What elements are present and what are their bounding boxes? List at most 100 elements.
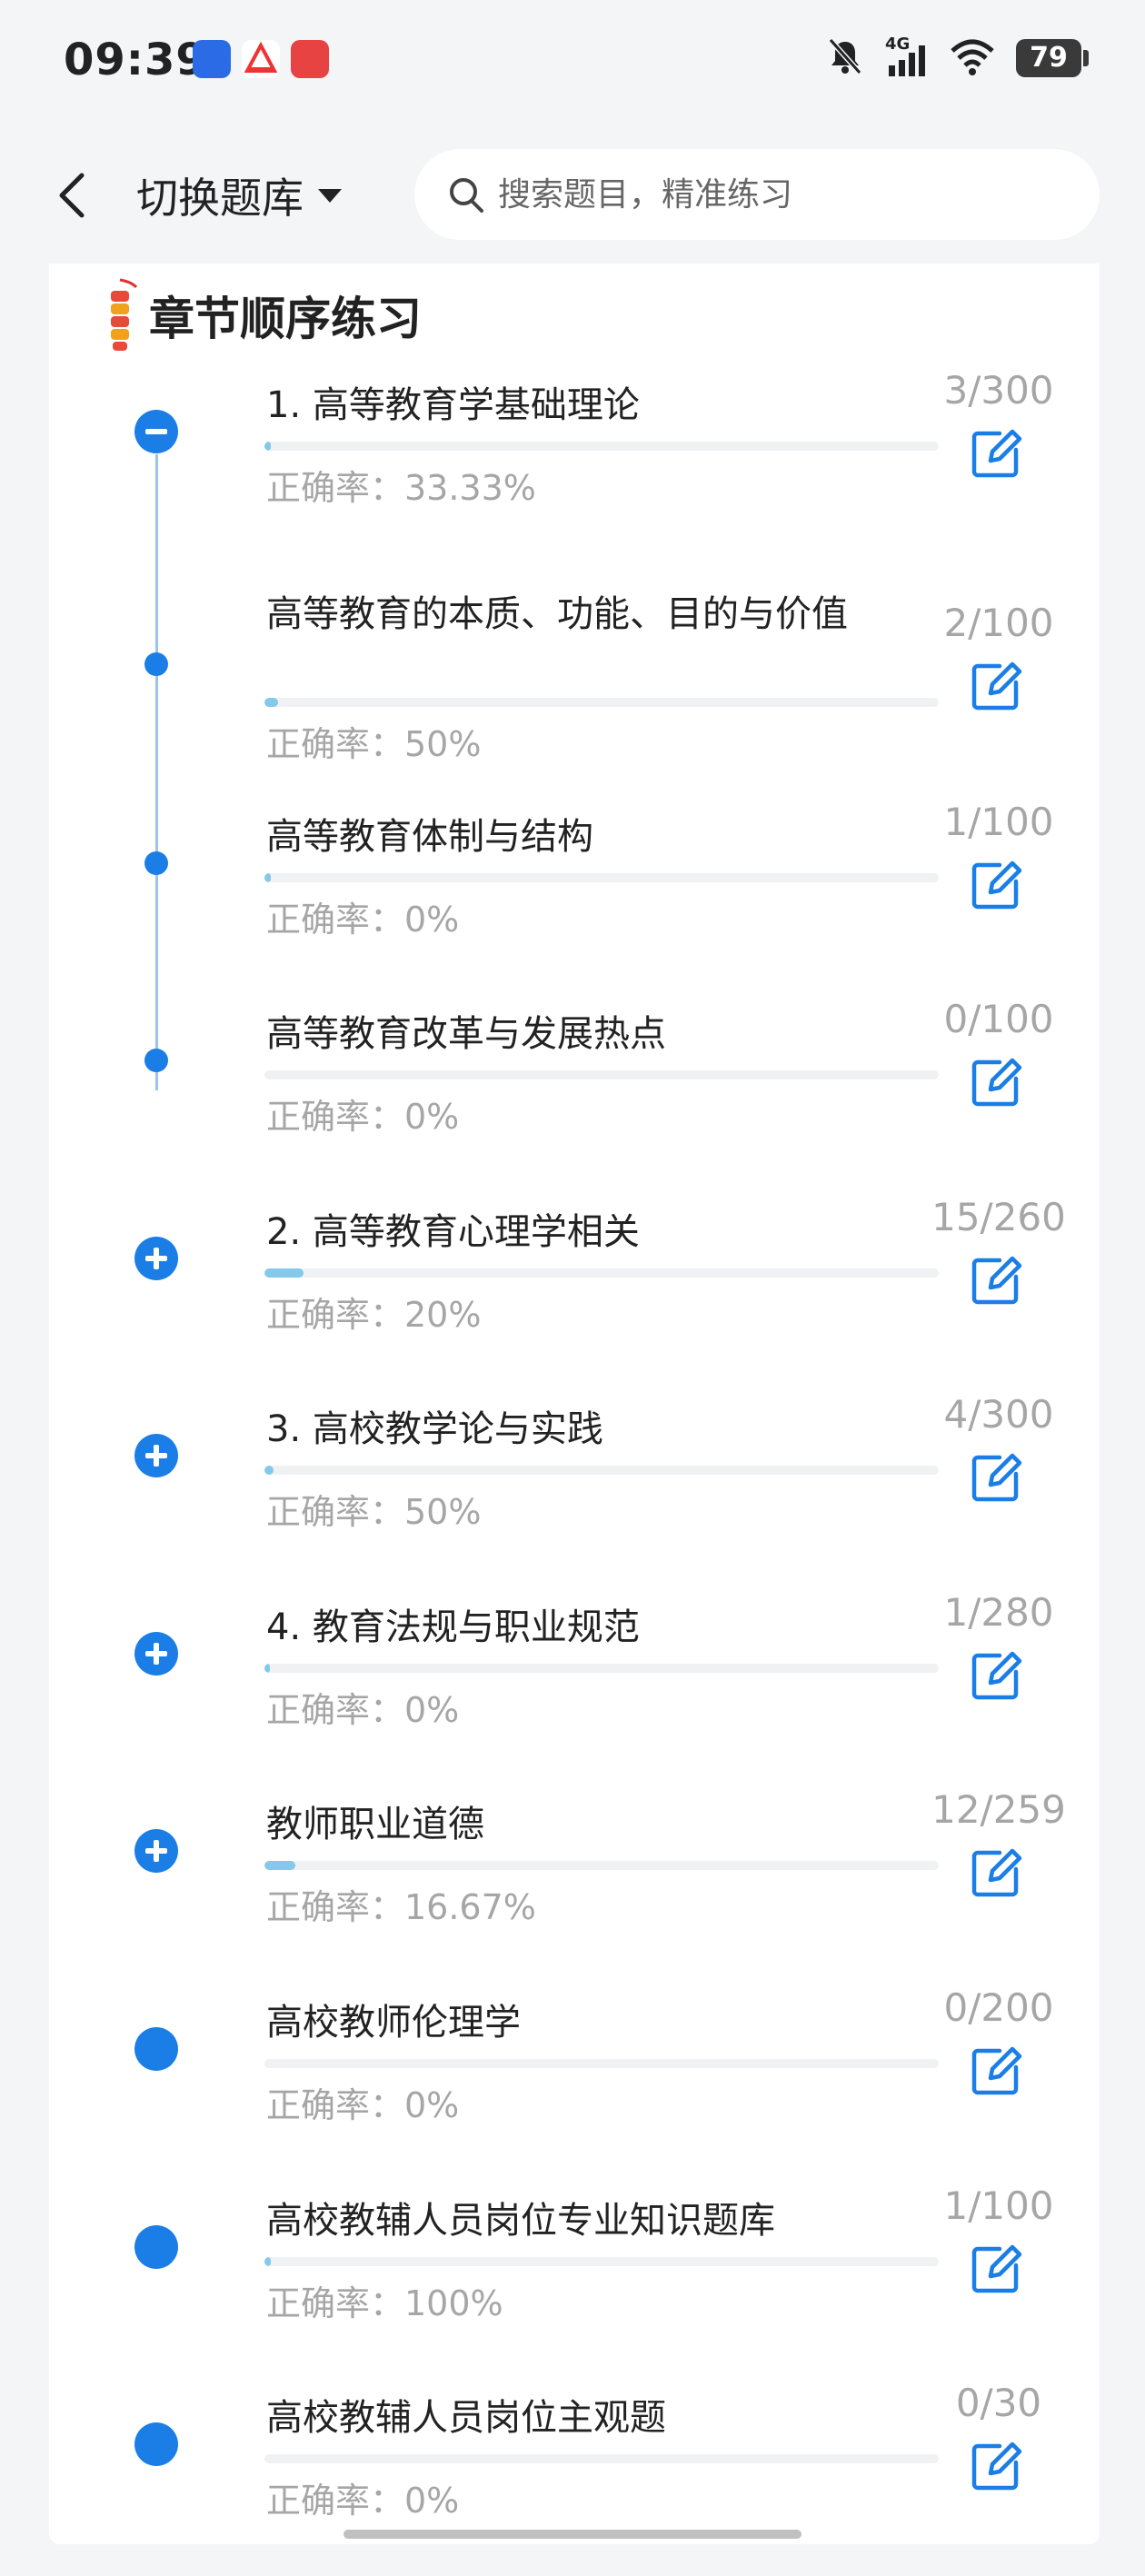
- timeline-dot: [134, 1038, 179, 1087]
- practice-edit-icon[interactable]: [969, 1845, 1029, 1905]
- search-bar[interactable]: [414, 149, 1100, 240]
- chapter-title: 高校教辅人员岗位主观题: [266, 2397, 666, 2439]
- search-input[interactable]: [496, 174, 1045, 214]
- chapter-title: 高校教师伦理学: [266, 2002, 521, 2044]
- progress-count: 0/100: [943, 997, 1054, 1041]
- wifi-icon: [949, 36, 996, 80]
- notification-app-icons: [193, 40, 329, 78]
- chapter-row[interactable]: 4. 教育法规与职业规范 正确率：0% 1/280: [49, 1586, 1100, 1785]
- progress-bar: [264, 873, 939, 882]
- chapter-title: 4. 教育法规与职业规范: [266, 1606, 640, 1648]
- collapse-minus-icon[interactable]: [134, 409, 179, 458]
- system-icons: 4G 79: [825, 35, 1089, 80]
- battery-indicator: 79: [1016, 39, 1089, 77]
- search-icon: [450, 178, 483, 213]
- progress-bar-fill: [264, 2257, 272, 2266]
- app-notification-icon-blue: [193, 40, 231, 78]
- expand-plus-icon[interactable]: [134, 1433, 179, 1482]
- top-bar: 切换题库: [0, 127, 1145, 264]
- status-bar: 09:39 4G 79: [0, 0, 1145, 127]
- practice-edit-icon[interactable]: [969, 426, 1029, 486]
- chapter-title: 3. 高校教学论与实践: [266, 1408, 603, 1450]
- timeline-dot: [134, 642, 179, 691]
- chapter-row[interactable]: 高等教育改革与发展热点 正确率：0% 0/100: [49, 992, 1100, 1192]
- progress-count: 0/200: [943, 1985, 1054, 2030]
- chapter-filled-dot-icon[interactable]: [134, 2422, 179, 2471]
- practice-edit-icon[interactable]: [969, 1450, 1029, 1510]
- caret-down-icon: [318, 189, 342, 203]
- chapter-title: 2. 高等教育心理学相关: [266, 1211, 640, 1253]
- progress-bar-fill: [264, 1664, 270, 1673]
- chapter-filled-dot-icon[interactable]: [134, 2026, 179, 2075]
- chevron-left-icon: [59, 173, 85, 218]
- expand-plus-icon[interactable]: [134, 1828, 179, 1877]
- chapter-row[interactable]: 1. 高等教育学基础理论 正确率：33.33% 3/300: [49, 363, 1100, 563]
- expand-plus-icon[interactable]: [134, 1236, 179, 1285]
- practice-edit-icon[interactable]: [969, 2242, 1029, 2302]
- accuracy-rate: 正确率：100%: [266, 2283, 503, 2323]
- progress-bar: [264, 2059, 939, 2068]
- expand-plus-icon[interactable]: [134, 1631, 179, 1680]
- chapter-title: 教师职业道德: [266, 1804, 484, 1845]
- switch-bank-label: 切换题库: [136, 174, 304, 223]
- chapter-row[interactable]: 高校教辅人员岗位专业知识题库 正确率：100% 1/100: [49, 2179, 1100, 2379]
- accuracy-rate: 正确率：50%: [266, 724, 482, 764]
- accuracy-rate: 正确率：33.33%: [266, 468, 536, 508]
- progress-bar: [264, 2257, 939, 2266]
- progress-bar-fill: [264, 698, 278, 707]
- signal-4g-icon: 4G: [885, 35, 929, 78]
- practice-edit-icon[interactable]: [969, 858, 1029, 918]
- practice-edit-icon[interactable]: [969, 659, 1029, 719]
- progress-bar: [264, 1861, 939, 1870]
- accuracy-rate: 正确率：0%: [266, 2481, 460, 2521]
- timeline-dot: [134, 840, 179, 890]
- chapter-row[interactable]: 高校教辅人员岗位主观题 正确率：0% 0/30: [49, 2376, 1100, 2576]
- progress-count: 15/260: [931, 1195, 1066, 1239]
- progress-count: 3/300: [943, 368, 1054, 413]
- progress-bar: [264, 2454, 939, 2463]
- accuracy-rate: 正确率：20%: [266, 1295, 482, 1335]
- progress-count: 12/259: [931, 1787, 1066, 1832]
- status-time: 09:39: [64, 35, 207, 85]
- chapter-title: 高等教育的本质、功能、目的与价值: [266, 593, 848, 635]
- switch-question-bank-button[interactable]: 切换题库: [136, 164, 344, 227]
- section-title: 章节顺序练习: [149, 293, 422, 345]
- chapter-title: 高等教育改革与发展热点: [266, 1013, 666, 1055]
- practice-edit-icon[interactable]: [969, 1253, 1029, 1313]
- section-header: 章节顺序练习: [100, 278, 422, 353]
- chapter-row[interactable]: 3. 高校教学论与实践 正确率：50% 4/300: [49, 1387, 1100, 1587]
- practice-edit-icon[interactable]: [969, 2044, 1029, 2104]
- chapter-row[interactable]: 2. 高等教育心理学相关 正确率：20% 15/260: [49, 1190, 1100, 1390]
- progress-bar-fill: [264, 1861, 296, 1870]
- progress-bar: [264, 1070, 939, 1079]
- chapter-title: 高校教辅人员岗位专业知识题库: [266, 2200, 775, 2242]
- progress-bar-fill: [264, 442, 272, 451]
- progress-bar: [264, 698, 939, 707]
- progress-bar: [264, 1466, 939, 1475]
- progress-count: 2/100: [943, 601, 1054, 645]
- practice-edit-icon[interactable]: [969, 2439, 1029, 2499]
- chapter-row[interactable]: 高校教师伦理学 正确率：0% 0/200: [49, 1981, 1100, 2181]
- progress-bar: [264, 442, 939, 451]
- chapter-row[interactable]: 高等教育体制与结构 正确率：0% 1/100: [49, 795, 1100, 995]
- accuracy-rate: 正确率：0%: [266, 2085, 460, 2125]
- practice-edit-icon[interactable]: [969, 1648, 1029, 1708]
- chapter-title: 高等教育体制与结构: [266, 816, 593, 858]
- accuracy-rate: 正确率：50%: [266, 1492, 482, 1532]
- progress-bar-fill: [264, 1268, 304, 1278]
- progress-count: 1/100: [943, 800, 1054, 844]
- progress-bar: [264, 1268, 939, 1278]
- progress-count: 1/100: [943, 2183, 1054, 2228]
- progress-count: 4/300: [943, 1392, 1054, 1437]
- chapter-row[interactable]: 高等教育的本质、功能、目的与价值 正确率：50% 2/100: [49, 572, 1100, 772]
- app-notification-icon-red-logo: [242, 40, 280, 78]
- home-indicator: [344, 2530, 802, 2539]
- progress-count: 0/30: [955, 2381, 1042, 2425]
- chapter-filled-dot-icon[interactable]: [134, 2224, 179, 2273]
- practice-edit-icon[interactable]: [969, 1055, 1029, 1115]
- chapter-title: 1. 高等教育学基础理论: [266, 384, 640, 426]
- mute-bell-icon: [825, 36, 865, 80]
- chapter-row[interactable]: 教师职业道德 正确率：16.67% 12/259: [49, 1783, 1100, 1983]
- back-button[interactable]: [45, 164, 100, 227]
- progress-count: 1/280: [943, 1590, 1054, 1635]
